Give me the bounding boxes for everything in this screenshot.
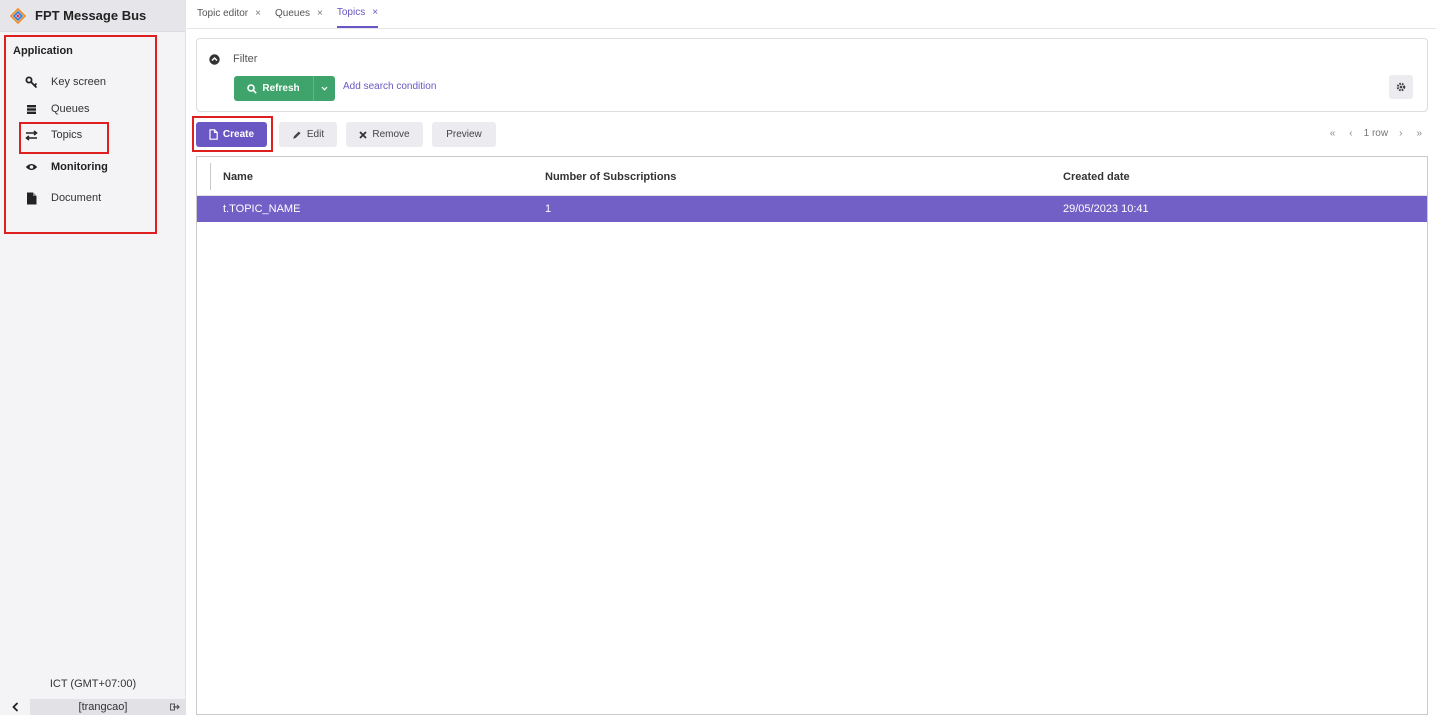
- remove-label: Remove: [372, 129, 410, 140]
- tab-topic-editor[interactable]: Topic editor ×: [197, 0, 261, 28]
- user-name[interactable]: [trangcao]: [30, 699, 186, 715]
- cell-name: t.TOPIC_NAME: [223, 203, 301, 215]
- collapse-sidebar-button[interactable]: [0, 699, 30, 715]
- edit-label: Edit: [306, 129, 325, 140]
- brand-bar[interactable]: FPT Message Bus: [0, 0, 185, 32]
- document-icon: [24, 191, 38, 205]
- gear-icon: [1396, 82, 1406, 92]
- column-header-subscriptions[interactable]: Number of Subscriptions: [545, 171, 676, 183]
- refresh-button[interactable]: Refresh: [234, 76, 313, 101]
- toolbar: Create Edit Remove Preview: [196, 122, 505, 147]
- close-icon: [359, 130, 368, 139]
- filter-settings-button[interactable]: [1389, 75, 1413, 99]
- preview-button[interactable]: Preview: [432, 122, 496, 147]
- refresh-dropdown-button[interactable]: [313, 76, 335, 101]
- filter-panel: Filter Refresh Add search condition: [196, 38, 1428, 112]
- logout-icon[interactable]: [170, 702, 180, 712]
- sidebar: FPT Message Bus Application Key screen Q…: [0, 0, 186, 715]
- chevron-left-icon: [11, 702, 18, 712]
- prev-page-button[interactable]: ‹: [1349, 128, 1352, 139]
- header-divider: [210, 163, 211, 190]
- remove-button[interactable]: Remove: [346, 122, 423, 147]
- sidebar-item-topics[interactable]: Topics: [24, 126, 82, 144]
- refresh-button-group: Refresh: [234, 76, 335, 101]
- app-title: FPT Message Bus: [35, 8, 147, 23]
- sidebar-item-label: Key screen: [51, 76, 107, 88]
- preview-label: Preview: [446, 129, 482, 140]
- close-icon[interactable]: ×: [372, 7, 378, 18]
- sidebar-item-queues[interactable]: Queues: [24, 100, 90, 118]
- sidebar-item-monitoring[interactable]: Monitoring: [24, 158, 108, 176]
- close-icon[interactable]: ×: [317, 8, 323, 19]
- column-header-created-date[interactable]: Created date: [1063, 171, 1130, 183]
- column-header-name[interactable]: Name: [223, 171, 253, 183]
- queue-icon: [24, 102, 38, 116]
- create-button[interactable]: Create: [196, 122, 267, 147]
- tab-topics[interactable]: Topics ×: [336, 0, 379, 28]
- first-page-button[interactable]: «: [1330, 128, 1336, 139]
- sidebar-item-label: Queues: [51, 103, 90, 115]
- app-window: FPT Message Bus Application Key screen Q…: [0, 0, 1436, 715]
- cell-subscriptions: 1: [545, 203, 552, 215]
- nav-header: Application: [13, 45, 73, 57]
- sidebar-item-label: Monitoring: [51, 161, 108, 173]
- exchange-icon: [24, 128, 38, 142]
- filter-toggle[interactable]: Filter: [209, 53, 257, 65]
- add-search-condition-link[interactable]: Add search condition: [343, 81, 436, 92]
- close-icon[interactable]: ×: [255, 8, 261, 19]
- eye-icon: [24, 160, 38, 174]
- filter-label: Filter: [233, 53, 258, 65]
- last-page-button[interactable]: »: [1416, 128, 1422, 139]
- chevron-up-circle-icon: [209, 53, 220, 65]
- tab-queues[interactable]: Queues ×: [275, 0, 323, 28]
- sidebar-item-key-screen[interactable]: Key screen: [24, 73, 106, 91]
- cell-created-date: 29/05/2023 10:41: [1063, 203, 1149, 215]
- tab-label: Topics: [336, 7, 366, 18]
- user-bar: [trangcao]: [0, 699, 186, 715]
- tab-bar: Topic editor × Queues × Topics ×: [187, 0, 1436, 29]
- topics-table: Name Number of Subscriptions Created dat…: [196, 156, 1428, 715]
- sidebar-item-label: Document: [51, 192, 102, 204]
- chevron-down-icon: [321, 86, 328, 91]
- sidebar-item-label: Topics: [51, 129, 83, 141]
- create-label: Create: [222, 129, 255, 140]
- table-row[interactable]: t.TOPIC_NAME 1 29/05/2023 10:41: [197, 196, 1427, 222]
- row-count: 1 row: [1363, 128, 1389, 139]
- pencil-icon: [293, 131, 301, 139]
- timezone-label: ICT (GMT+07:00): [49, 678, 137, 690]
- edit-button[interactable]: Edit: [279, 122, 337, 147]
- key-icon: [24, 75, 38, 89]
- next-page-button[interactable]: ›: [1399, 128, 1402, 139]
- tab-label: Topic editor: [197, 8, 249, 19]
- search-icon: [247, 83, 258, 94]
- refresh-label: Refresh: [262, 83, 300, 94]
- pagination: « ‹ 1 row › »: [1319, 128, 1422, 139]
- table-header: Name Number of Subscriptions Created dat…: [197, 157, 1427, 196]
- tab-label: Queues: [274, 8, 311, 19]
- new-document-icon: [209, 129, 218, 140]
- app-logo-icon: [10, 7, 26, 24]
- sidebar-item-document[interactable]: Document: [24, 189, 101, 207]
